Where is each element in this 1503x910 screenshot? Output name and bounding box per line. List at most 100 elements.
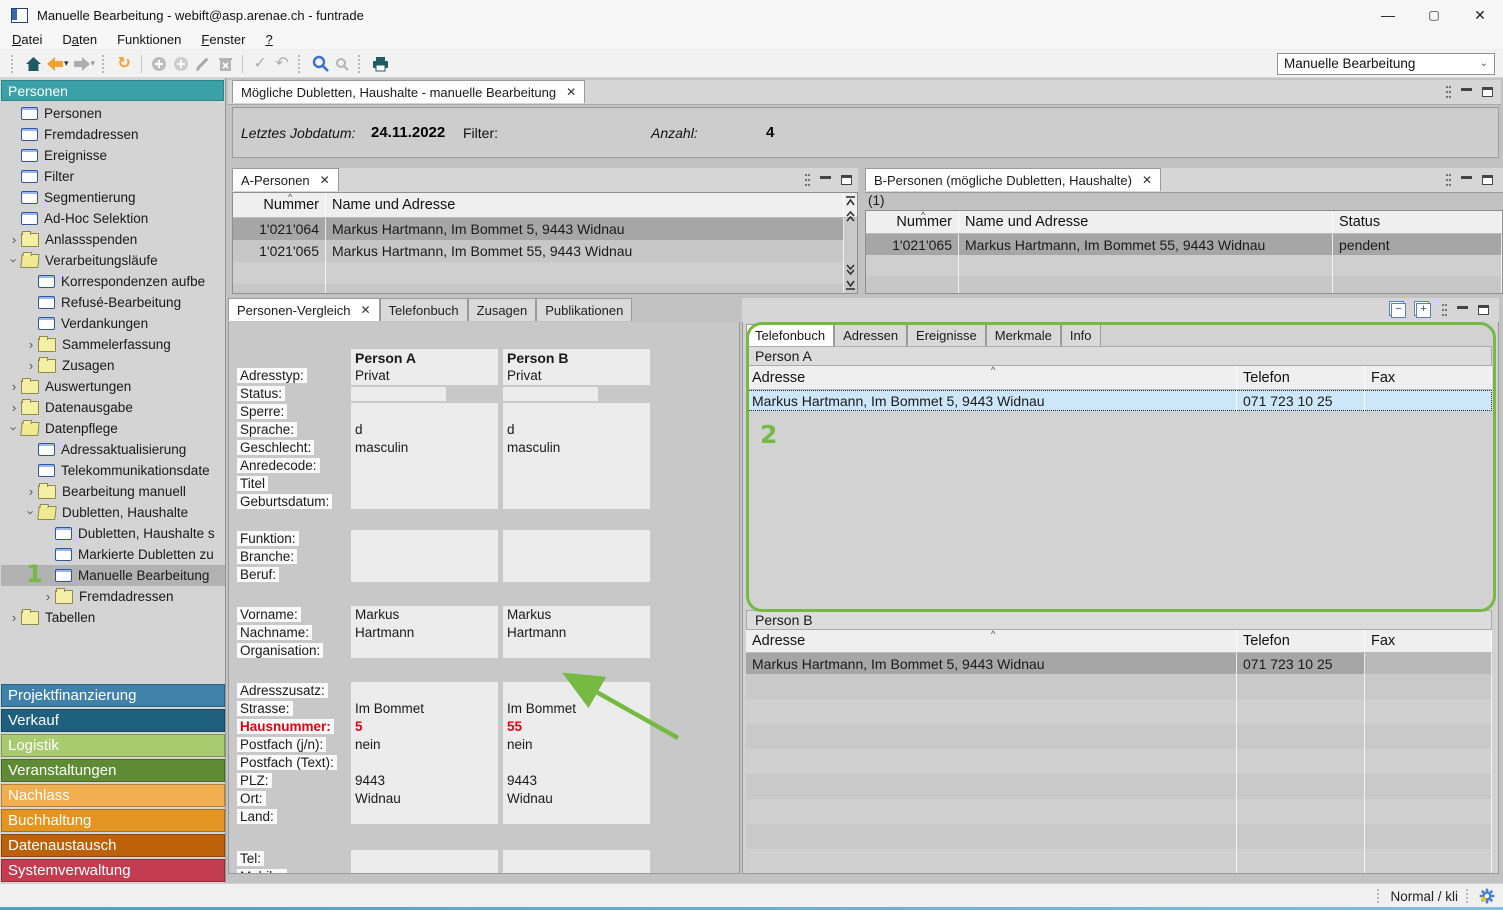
empty-row[interactable] <box>746 799 1492 824</box>
edit-icon[interactable] <box>192 53 214 75</box>
tree-item-sammelerfassung[interactable]: ›Sammelerfassung <box>1 334 225 355</box>
tree-item-anlassspenden[interactable]: ›Anlassspenden <box>1 229 225 250</box>
menu-item-[interactable]: ? <box>265 32 272 47</box>
tree-item-bearbeitung-manuell[interactable]: ›Bearbeitung manuell <box>1 481 225 502</box>
expand-arrow-icon[interactable]: › <box>7 232 21 247</box>
panel-menu-icon[interactable] <box>1445 172 1451 188</box>
panel-menu-icon[interactable] <box>1441 302 1447 318</box>
sidebar-section-datenaustausch[interactable]: Datenaustausch <box>1 834 225 857</box>
tree-item-dubletten-haushalte[interactable]: ›Dubletten, Haushalte <box>1 502 225 523</box>
minimize-panel-icon[interactable] <box>820 176 831 185</box>
close-tab-icon[interactable]: ✕ <box>1142 173 1152 187</box>
confirm-icon[interactable]: ✓ <box>249 53 271 75</box>
detail-tab-info[interactable]: Info <box>1061 324 1101 346</box>
scroll-last-icon[interactable] <box>844 277 857 292</box>
empty-row[interactable] <box>746 824 1492 849</box>
forward-icon[interactable] <box>71 53 93 75</box>
empty-row[interactable] <box>746 724 1492 749</box>
forward-history-dropdown-icon[interactable]: ▾ <box>91 58 96 69</box>
column-header-telefon[interactable]: Telefon <box>1237 630 1365 652</box>
tree-item-dubletten-haushalte-s[interactable]: Dubletten, Haushalte s <box>1 523 225 544</box>
search-secondary-icon[interactable] <box>331 53 353 75</box>
expand-arrow-icon[interactable]: › <box>7 400 21 415</box>
collapse-arrow-icon[interactable]: › <box>7 422 22 436</box>
a-person-row[interactable]: 1'021'065Markus Hartmann, Im Bommet 55, … <box>233 240 857 262</box>
tree-item-telekommunikationsdate[interactable]: Telekommunikationsdate <box>1 460 225 481</box>
minimize-icon[interactable]: — <box>1365 0 1411 30</box>
sidebar-section-nachlass[interactable]: Nachlass <box>1 784 225 807</box>
add-icon[interactable] <box>148 53 170 75</box>
maximize-panel-icon[interactable] <box>1482 87 1493 97</box>
tree-item-refusé-bearbeitung[interactable]: Refusé-Bearbeitung <box>1 292 225 313</box>
print-icon[interactable] <box>369 53 391 75</box>
empty-row[interactable] <box>746 699 1492 724</box>
column-header-telefon[interactable]: Telefon <box>1237 366 1365 389</box>
sidebar-section-buchhaltung[interactable]: Buchhaltung <box>1 809 225 832</box>
add-copy-icon[interactable] <box>170 53 192 75</box>
menu-item-datei[interactable]: Datei <box>12 32 42 47</box>
view-selector-dropdown[interactable]: Manuelle Bearbeitung ⌄ <box>1277 53 1495 75</box>
detail-tab-adressen[interactable]: Adressen <box>834 324 907 346</box>
expand-arrow-icon[interactable]: › <box>24 337 38 352</box>
collapse-arrow-icon[interactable]: › <box>24 506 39 520</box>
tab-a-personen[interactable]: A-Personen ✕ <box>232 168 339 191</box>
tree-item-zusagen[interactable]: ›Zusagen <box>1 355 225 376</box>
sidebar-section-projektfinanzierung[interactable]: Projektfinanzierung <box>1 684 225 707</box>
column-header-status[interactable]: Status <box>1333 211 1502 233</box>
empty-row[interactable] <box>866 276 1502 294</box>
phonebook-row-selected[interactable]: Markus Hartmann, Im Bommet 5, 9443 Widna… <box>746 653 1492 674</box>
tab-personen-vergleich[interactable]: Personen-Vergleich✕ <box>228 298 380 321</box>
sidebar-section-veranstaltungen[interactable]: Veranstaltungen <box>1 759 225 782</box>
expand-all-icon[interactable]: + <box>1416 303 1431 318</box>
back-history-dropdown-icon[interactable]: ▾ <box>64 58 69 69</box>
column-header-fax[interactable]: Fax <box>1365 630 1492 652</box>
tree-item-segmentierung[interactable]: Segmentierung <box>1 187 225 208</box>
phonebook-row-selected[interactable]: Markus Hartmann, Im Bommet 5, 9443 Widna… <box>746 390 1492 411</box>
maximize-panel-icon[interactable] <box>1482 175 1493 185</box>
minimize-panel-icon[interactable] <box>1457 306 1468 315</box>
sidebar-section-verkauf[interactable]: Verkauf <box>1 709 225 732</box>
maximize-icon[interactable]: ▢ <box>1411 0 1457 30</box>
tab-b-personen[interactable]: B-Personen (mögliche Dubletten, Haushalt… <box>865 168 1161 191</box>
tab-telefonbuch[interactable]: Telefonbuch <box>380 298 468 321</box>
empty-row[interactable] <box>866 255 1502 276</box>
tree-item-ad-hoc-selektion[interactable]: Ad-Hoc Selektion <box>1 208 225 229</box>
tab-zusagen[interactable]: Zusagen <box>468 298 537 321</box>
menu-item-daten[interactable]: Daten <box>62 32 97 47</box>
tree-item-korrespondenzen-aufbe[interactable]: Korrespondenzen aufbe <box>1 271 225 292</box>
detail-tab-merkmale[interactable]: Merkmale <box>986 324 1061 346</box>
a-person-row-selected[interactable]: 1'021'064Markus Hartmann, Im Bommet 5, 9… <box>233 218 857 240</box>
collapse-all-icon[interactable]: − <box>1391 303 1406 318</box>
b-person-row-selected[interactable]: 1'021'065Markus Hartmann, Im Bommet 55, … <box>866 234 1502 255</box>
tree-item-verdankungen[interactable]: Verdankungen <box>1 313 225 334</box>
tree-item-tabellen[interactable]: ›Tabellen <box>1 607 225 628</box>
scroll-first-icon[interactable] <box>844 194 857 209</box>
minimize-panel-icon[interactable] <box>1461 176 1472 185</box>
close-icon[interactable]: ✕ <box>1457 0 1503 30</box>
expand-arrow-icon[interactable]: › <box>41 589 55 604</box>
tab-publikationen[interactable]: Publikationen <box>536 298 632 321</box>
menu-item-funktionen[interactable]: Funktionen <box>117 32 181 47</box>
expand-arrow-icon[interactable]: › <box>24 484 38 499</box>
maximize-panel-icon[interactable] <box>1478 305 1489 315</box>
sidebar-section-logistik[interactable]: Logistik <box>1 734 225 757</box>
tree-item-filter[interactable]: Filter <box>1 166 225 187</box>
tree-item-ereignisse[interactable]: Ereignisse <box>1 145 225 166</box>
page-up-icon[interactable] <box>844 209 857 224</box>
tree-item-auswertungen[interactable]: ›Auswertungen <box>1 376 225 397</box>
empty-row[interactable] <box>746 749 1492 774</box>
column-header-name-und-adresse[interactable]: Name und Adresse <box>326 193 844 217</box>
panel-menu-icon[interactable] <box>804 172 810 188</box>
expand-arrow-icon[interactable]: › <box>7 379 21 394</box>
minimize-panel-icon[interactable] <box>1461 88 1472 97</box>
detail-tab-telefonbuch[interactable]: Telefonbuch <box>746 324 834 346</box>
menu-item-fenster[interactable]: Fenster <box>201 32 245 47</box>
close-tab-icon[interactable]: ✕ <box>566 85 576 99</box>
tree-item-fremdadressen[interactable]: Fremdadressen <box>1 124 225 145</box>
settings-gear-icon[interactable] <box>1479 888 1495 904</box>
empty-row[interactable] <box>233 262 857 284</box>
back-icon[interactable] <box>44 53 66 75</box>
home-icon[interactable] <box>22 53 44 75</box>
empty-row[interactable] <box>746 774 1492 799</box>
tree-item-datenpflege[interactable]: ›Datenpflege <box>1 418 225 439</box>
